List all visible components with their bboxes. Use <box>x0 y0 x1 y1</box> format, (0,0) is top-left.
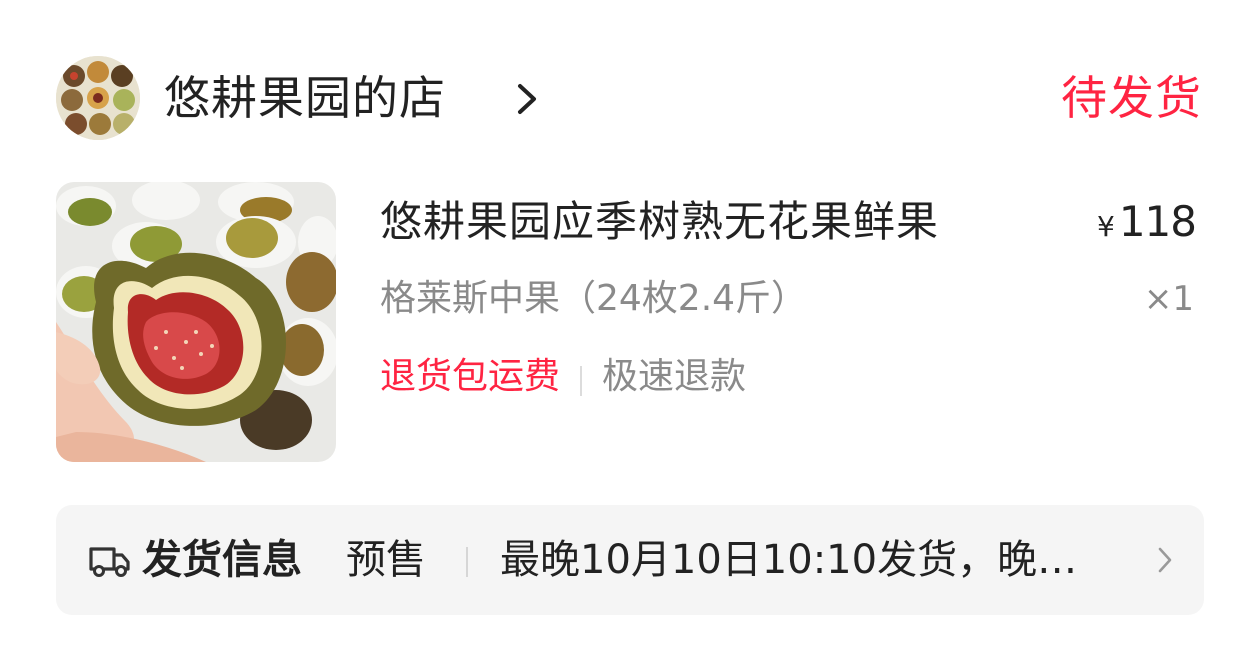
service-tags: 退货包运费 极速退款 <box>380 350 746 404</box>
product-spec: 格莱斯中果（24枚2.4斤） <box>380 278 808 319</box>
product-image[interactable] <box>56 182 336 462</box>
order-card: 悠耕果园的店 待发货 悠耕果园应季树熟无花果鲜果 ¥118 格莱斯中果（24枚2… <box>0 0 1260 653</box>
shop-avatar[interactable] <box>56 56 140 140</box>
product-title[interactable]: 悠耕果园应季树熟无花果鲜果 <box>380 192 939 252</box>
order-status: 待发货 <box>1061 71 1202 125</box>
chevron-right-icon[interactable] <box>1156 545 1174 575</box>
tag-fast-refund: 极速退款 <box>602 356 747 397</box>
chevron-right-icon[interactable] <box>512 80 542 118</box>
shipping-title: 发货信息 <box>142 537 302 583</box>
shop-header[interactable]: 悠耕果园的店 待发货 <box>56 56 1204 140</box>
product-quantity: ×1 <box>1143 279 1194 319</box>
shipping-deadline-text: 最晚10月10日10:10发货，晚… <box>500 537 1078 583</box>
tag-divider <box>580 365 583 396</box>
shop-avatar-icon <box>56 56 140 140</box>
tag-free-return-shipping: 退货包运费 <box>380 356 561 397</box>
shop-name[interactable]: 悠耕果园的店 <box>164 64 446 132</box>
shipping-type: 预售 <box>346 537 426 583</box>
fig-product-image <box>56 182 336 462</box>
product-price: ¥118 <box>1097 192 1197 261</box>
shipping-divider <box>466 547 468 577</box>
price-currency: ¥ <box>1097 210 1115 243</box>
shipping-info-bar[interactable]: 发货信息 预售 最晚10月10日10:10发货，晚… <box>56 505 1204 615</box>
price-value: 118 <box>1118 197 1197 246</box>
truck-icon <box>89 547 130 577</box>
